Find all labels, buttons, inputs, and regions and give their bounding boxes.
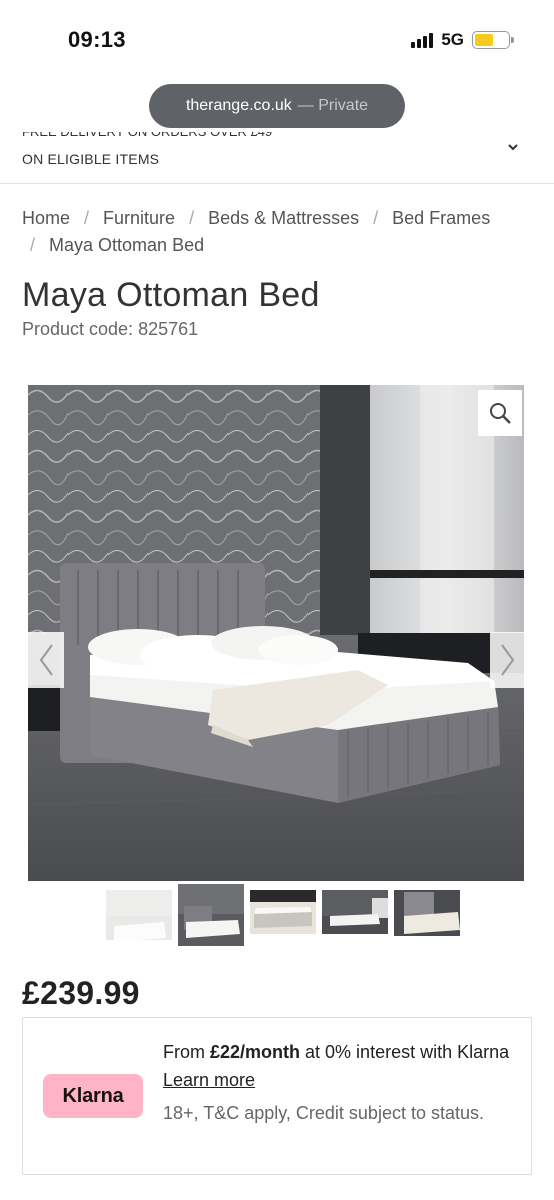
delivery-banner-line1: FREE DELIVERY ON ORDERS OVER £49 [22,130,273,139]
klarna-amount: £22/month [210,1042,301,1062]
klarna-promo: Klarna From £22/month at 0% interest wit… [22,1017,532,1175]
klarna-suffix: at 0% interest with Klarna [300,1042,510,1062]
klarna-learn-more-link[interactable]: Learn more [163,1070,255,1090]
breadcrumb-furniture[interactable]: Furniture [103,208,175,228]
thumbnail-5[interactable] [394,890,460,940]
status-time: 09:13 [68,27,126,52]
thumbnail-3[interactable] [250,890,316,940]
breadcrumb-current: Maya Ottoman Bed [49,235,205,255]
breadcrumb-separator: / [30,235,36,255]
breadcrumb-separator: / [84,208,90,228]
product-code: Product code: 825761 [22,319,199,339]
breadcrumb: Home / Furniture / Beds & Mattresses / Bed Fra… [22,205,542,259]
address-bar[interactable]: therange.co.uk — Private [149,84,405,128]
chevron-down-icon[interactable] [508,140,518,154]
breadcrumb-home[interactable]: Home [22,208,70,228]
product-price: £239.99 [22,975,140,1011]
private-mode-label: — Private [297,97,369,114]
breadcrumb-beds-mattresses[interactable]: Beds & Mattresses [208,208,359,228]
klarna-message: From £22/month at 0% interest with Klarn… [163,1038,513,1094]
signal-icon [411,32,434,48]
gallery-prev-button[interactable] [28,632,64,688]
klarna-terms: 18+, T&C apply, Credit subject to status… [163,1103,484,1123]
address-domain: therange.co.uk [185,97,292,114]
chevron-left-icon [39,644,53,676]
page-title: Maya Ottoman Bed [22,276,320,314]
battery-fill [475,34,493,46]
thumbnail-4[interactable] [322,890,388,940]
thumbnail-2[interactable] [178,884,244,946]
breadcrumb-bed-frames[interactable]: Bed Frames [392,208,490,228]
product-main-image[interactable] [28,385,524,881]
klarna-logo: Klarna [43,1074,143,1118]
klarna-prefix: From [163,1042,210,1062]
delivery-banner[interactable]: FREE DELIVERY ON ORDERS OVER £49 ON ELIG… [0,130,554,184]
bed-room-illustration [28,385,524,881]
delivery-banner-line2: ON ELIGIBLE ITEMS [22,151,160,167]
thumbnail-strip [106,884,460,946]
network-label: 5G [441,30,464,49]
status-bar: 09:13 5G [0,0,554,80]
chevron-right-icon [501,644,515,676]
gallery-next-button[interactable] [490,632,526,688]
magnifier-icon [490,403,511,424]
status-indicators: 5G [411,30,514,50]
battery-icon [472,31,514,49]
zoom-button[interactable] [478,390,522,436]
breadcrumb-separator: / [189,208,195,228]
breadcrumb-separator: / [373,208,379,228]
thumbnail-1[interactable] [106,890,172,940]
